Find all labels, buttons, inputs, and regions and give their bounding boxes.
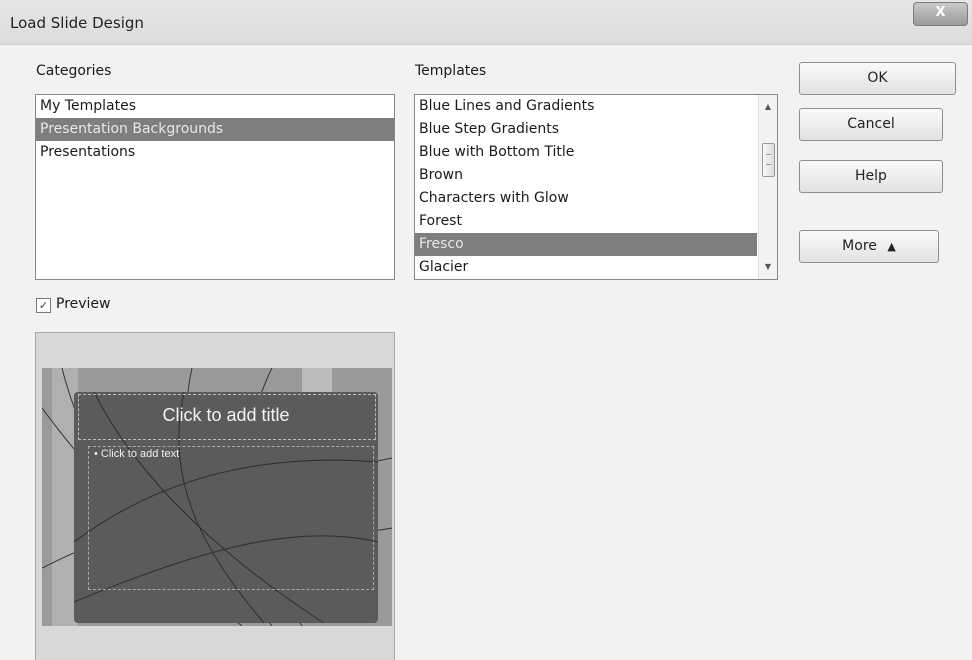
expand-up-icon: ▲ xyxy=(887,240,896,253)
more-label: More xyxy=(842,238,877,254)
template-item[interactable]: Brown xyxy=(415,164,757,187)
category-item[interactable]: My Templates xyxy=(36,95,394,118)
ok-button[interactable]: OK xyxy=(799,62,956,95)
title-bar: Load Slide Design X xyxy=(0,0,972,45)
load-slide-design-dialog: Load Slide Design X Categories My Templa… xyxy=(0,0,972,660)
preview-checkbox[interactable]: ✓ xyxy=(36,298,51,313)
preview-label: Preview xyxy=(56,296,111,312)
template-item[interactable]: Forest xyxy=(415,210,757,233)
template-item[interactable]: Blue Step Gradients xyxy=(415,118,757,141)
slide-preview: Click to add title • Click to add text xyxy=(42,368,392,626)
categories-label: Categories xyxy=(36,63,112,79)
slide-body-placeholder xyxy=(88,446,374,590)
close-icon: X xyxy=(935,5,946,20)
slide-title-text: Click to add title xyxy=(162,405,290,425)
preview-pane: Click to add title • Click to add text xyxy=(35,332,395,660)
more-button[interactable]: More ▲ xyxy=(799,230,939,263)
category-item[interactable]: Presentations xyxy=(36,141,394,164)
template-item[interactable]: Characters with Glow xyxy=(415,187,757,210)
categories-list[interactable]: My Templates Presentation Backgrounds Pres… xyxy=(35,94,395,280)
template-item[interactable]: Blue with Bottom Title xyxy=(415,141,757,164)
dialog-title: Load Slide Design xyxy=(10,14,144,32)
cancel-button[interactable]: Cancel xyxy=(799,108,943,141)
scroll-down-icon[interactable]: ▼ xyxy=(759,259,777,275)
templates-scrollbar[interactable]: ▲ ▼ xyxy=(758,95,777,279)
scroll-thumb[interactable] xyxy=(762,143,775,177)
template-item[interactable]: Blue Lines and Gradients xyxy=(415,95,757,118)
templates-label: Templates xyxy=(415,63,487,79)
close-button[interactable]: X xyxy=(913,2,968,26)
slide-body-text: • Click to add text xyxy=(94,448,180,460)
template-item[interactable]: Fresco xyxy=(415,233,757,256)
templates-list[interactable]: Blue Lines and Gradients Blue Step Gradie… xyxy=(414,94,778,280)
category-item[interactable]: Presentation Backgrounds xyxy=(36,118,394,141)
template-item[interactable]: Glacier xyxy=(415,256,757,279)
help-button[interactable]: Help xyxy=(799,160,943,193)
scroll-up-icon[interactable]: ▲ xyxy=(759,99,777,115)
